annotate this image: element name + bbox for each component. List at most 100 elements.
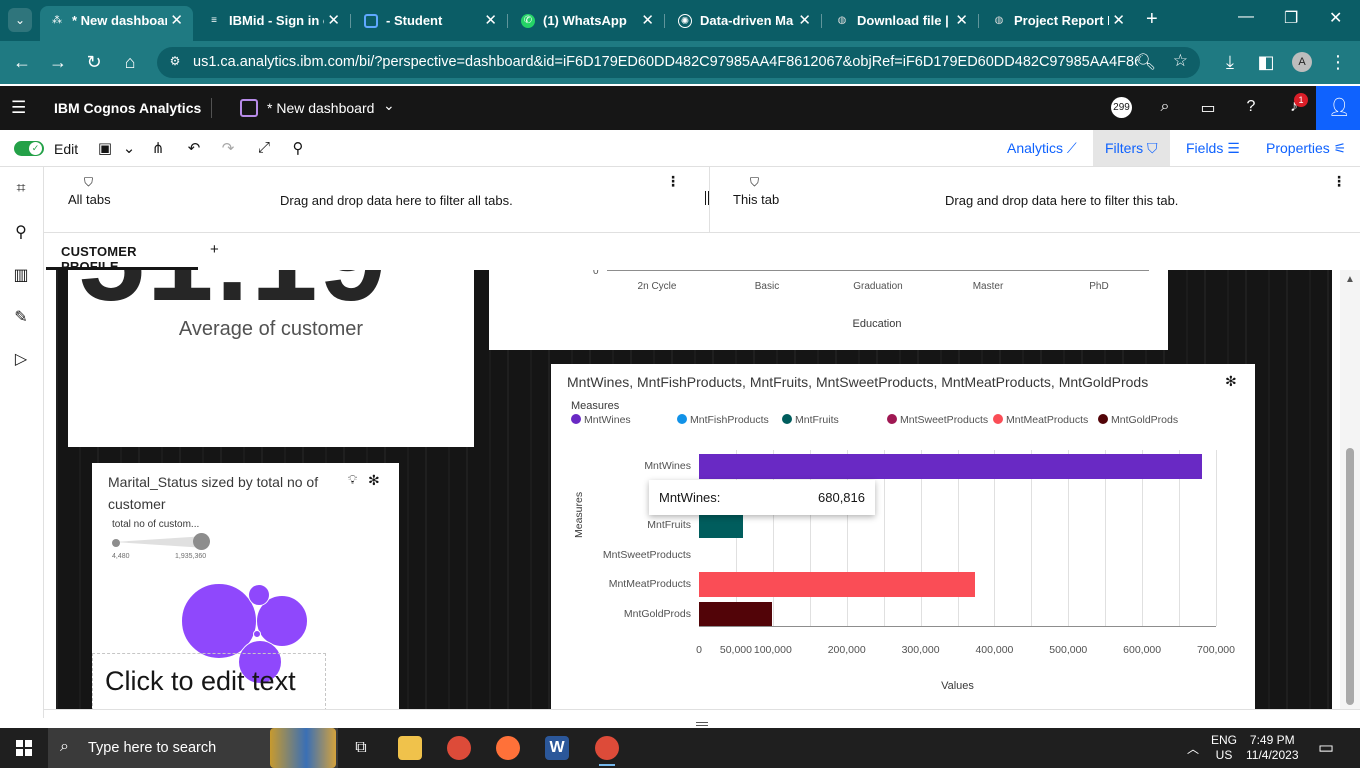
back-arrow-icon[interactable]: ← [10,51,34,73]
all-tabs-filter-dropzone[interactable]: ⛉ All tabs Drag and drop data here to fi… [44,167,705,233]
address-bar[interactable]: ⚙ us1.ca.analytics.ibm.com/bi/?perspecti… [157,47,1200,78]
lightbulb-icon[interactable]: 💡︎ [348,472,357,488]
bubble-tiny[interactable] [253,630,261,638]
browser-tab-data-driven[interactable]: ✺ Data-driven Ma ✕ [668,6,822,41]
tab-customer-profile[interactable]: CUSTOMER PROFILE [46,233,198,274]
browser-tab-dashboard[interactable]: ⁂ * New dashboard ✕ [40,6,193,41]
tab-search-chevron-icon[interactable]: ⌄ [8,8,32,32]
legend-item[interactable]: MntFruits [782,414,839,426]
widgets-icon[interactable]: ✎ [10,307,32,327]
edit-mode-toggle[interactable] [14,141,44,156]
user-count-avatar[interactable]: 299 [1111,97,1132,118]
bar-mntgoldprods[interactable] [699,602,772,627]
language-indicator[interactable]: ENG US [1211,733,1237,763]
redo-icon[interactable]: ↷ [218,139,238,157]
chrome-profile-icon[interactable] [595,736,619,766]
close-tab-icon[interactable]: ✕ [170,6,183,35]
tab-filters[interactable]: Filters ⛉ [1093,130,1170,166]
home-icon[interactable]: ⌂ [118,51,142,73]
kpi-widget[interactable]: 51.19 Average of customer [68,270,474,447]
scroll-up-arrow-icon[interactable]: ▲ [1345,274,1355,285]
text-widget-placeholder[interactable]: Click to edit text [105,666,296,697]
close-tab-icon[interactable]: ✕ [327,6,340,35]
fullscreen-icon[interactable]: ⤢ [254,139,274,156]
chat-icon[interactable]: ▭ [1198,98,1218,118]
legend-item[interactable]: MntSweetProducts [887,414,988,426]
browser-tab-whatsapp[interactable]: ✆ (1) WhatsApp ✕ [511,6,665,41]
close-tab-icon[interactable]: ✕ [798,6,811,35]
tray-chevron-up-icon[interactable]: ︿ [1187,740,1199,757]
browser-tab-download[interactable]: ◍ Download file | ✕ [825,6,979,41]
legend-item[interactable]: MntWines [571,414,631,426]
user-menu-button[interactable]: 👤︎ [1316,86,1360,130]
reload-icon[interactable]: ↻ [82,51,106,73]
side-panel-icon[interactable]: ◧ [1254,51,1278,73]
legend-item[interactable]: MntMeatProducts [993,414,1088,426]
tab-properties[interactable]: Properties ⚟ [1254,130,1358,166]
bubble-small[interactable] [248,584,270,606]
word-icon[interactable]: W [545,736,569,760]
scroll-thumb[interactable] [1346,448,1354,705]
gear-icon[interactable]: ✻ [1225,373,1237,390]
browser-profile-avatar[interactable]: A [1292,52,1312,72]
bookmark-star-icon[interactable]: ☆ [1173,51,1188,71]
pin-panel-icon[interactable]: ⚲ [288,139,308,157]
firefox-icon[interactable] [496,736,520,760]
close-tab-icon[interactable]: ✕ [955,6,968,35]
gear-icon[interactable]: ✻ [368,472,380,489]
overflow-menu-icon[interactable]: ⋮ [1332,173,1346,190]
share-icon[interactable]: ⋔ [148,139,168,157]
file-explorer-icon[interactable] [398,736,422,760]
url-text[interactable]: us1.ca.analytics.ibm.com/bi/?perspective… [193,54,1138,70]
media-icon[interactable]: ▷ [10,349,32,369]
chrome-icon[interactable] [447,736,471,760]
text-widget[interactable]: Click to edit text [92,653,326,709]
browser-tab-project-report[interactable]: ◍ Project Report I ✕ [982,6,1135,41]
measures-bar-chart-widget[interactable]: MntWines, MntFishProducts, MntFruits, Mn… [551,364,1255,709]
undo-icon[interactable]: ↶ [184,139,204,157]
bar-mntmeatproducts[interactable] [699,572,976,597]
close-tab-icon[interactable]: ✕ [484,6,497,35]
legend-item[interactable]: MntGoldProds [1098,414,1178,426]
new-tab-plus-icon[interactable]: + [1146,8,1158,30]
browser-menu-icon[interactable]: ⋮ [1326,51,1350,73]
overflow-menu-icon[interactable]: ⋮ [666,173,680,190]
tab-analytics[interactable]: Analytics ⟋ [995,130,1089,166]
pin-icon[interactable]: ⚲ [10,222,32,242]
taskbar-search[interactable]: ⌕ Type here to search [48,728,338,768]
hamburger-menu-icon[interactable]: ☰ [11,98,26,118]
restore-window-icon[interactable]: ❐ [1284,8,1298,28]
save-icon[interactable]: ▣ [95,139,115,157]
windows-start-icon[interactable] [16,740,32,756]
dashboard-title[interactable]: * New dashboard [267,100,374,116]
browser-tab-student[interactable]: - Student ✕ [354,6,508,41]
panel-resize-handle[interactable] [696,722,708,726]
data-tree-icon[interactable]: ⌗ [10,180,32,198]
browser-tab-ibmid[interactable]: ≡ IBMid - Sign in or ✕ [197,6,351,41]
visualizations-icon[interactable]: ▥ [10,265,32,285]
close-tab-icon[interactable]: ✕ [1112,6,1125,35]
notification-center-icon[interactable]: ▭ [1318,738,1334,758]
forward-arrow-icon[interactable]: → [46,51,70,73]
minimize-window-icon[interactable]: — [1238,8,1254,26]
education-chart-widget[interactable]: 0 2n Cycle Basic Graduation Master PhD E… [489,270,1168,350]
download-icon[interactable]: ⤓ [1218,51,1242,73]
marital-status-bubble-widget[interactable]: Marital_Status sized by total no of cust… [92,463,399,709]
this-tab-filter-dropzone[interactable]: ⛉ This tab Drag and drop data here to fi… [710,167,1360,233]
save-chevron-down-icon[interactable]: ⌄ [119,139,139,157]
system-clock[interactable]: 7:49 PM 11/4/2023 [1246,733,1299,763]
bar-mntwines[interactable] [699,454,1202,479]
zoom-icon[interactable]: 🔍︎ [1136,52,1156,72]
add-tab-plus-icon[interactable]: + [210,241,219,258]
search-icon[interactable]: ⌕ [1155,98,1175,116]
tab-fields[interactable]: Fields ☰ [1174,130,1252,166]
bar-mntfruits[interactable] [699,513,743,538]
legend-item[interactable]: MntFishProducts [677,414,769,426]
canvas-scrollbar[interactable]: ▲ [1340,270,1360,709]
chevron-down-icon[interactable]: ⌄ [383,97,395,114]
close-tab-icon[interactable]: ✕ [641,6,654,35]
help-icon[interactable]: ? [1241,98,1261,116]
close-window-icon[interactable]: ✕ [1329,8,1342,28]
site-info-icon[interactable]: ⚙ [167,54,183,70]
task-view-icon[interactable]: ⧉ [349,736,373,760]
